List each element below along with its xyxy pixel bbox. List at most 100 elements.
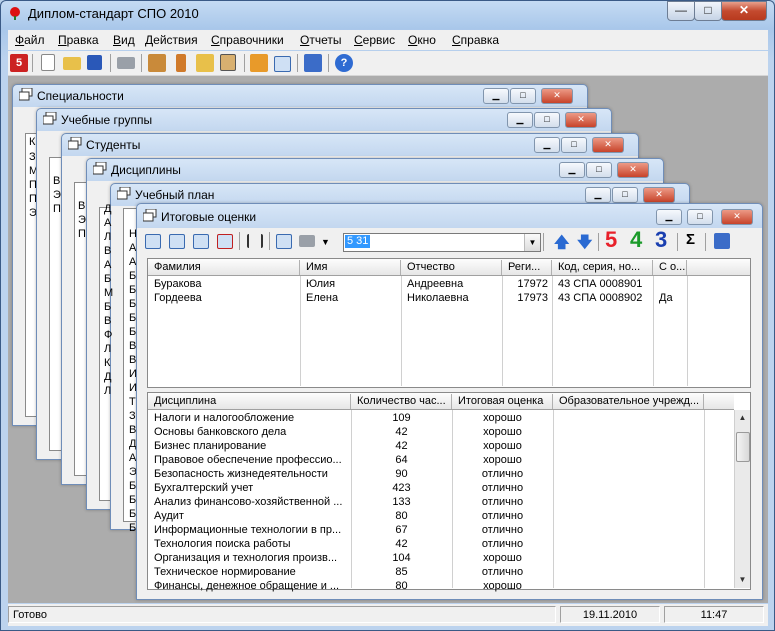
vertical-scrollbar[interactable]: ▲ ▼ — [734, 410, 750, 588]
list-item[interactable]: К — [104, 357, 110, 369]
list-item[interactable]: П — [53, 203, 61, 215]
menu-window[interactable]: Окно — [408, 33, 436, 47]
scroll-down-icon[interactable]: ▼ — [735, 572, 750, 587]
list-item[interactable]: Т — [129, 396, 136, 408]
minimize-button[interactable]: ▁ — [483, 88, 509, 104]
close-button[interactable]: ✕ — [643, 187, 675, 203]
list-item[interactable]: К — [29, 136, 35, 148]
help-icon[interactable]: ? — [335, 54, 353, 72]
menu-reports[interactable]: Отчеты — [300, 33, 342, 47]
maximize-button[interactable]: □ — [612, 187, 638, 203]
maximize-button[interactable]: □ — [586, 162, 612, 178]
minimize-button[interactable]: ▁ — [656, 209, 682, 225]
minimize-button[interactable]: ▁ — [507, 112, 533, 128]
close-button[interactable]: ✕ — [721, 209, 753, 225]
column-header[interactable]: Фамилия — [148, 260, 300, 275]
list-item[interactable]: В — [78, 200, 85, 212]
list-item[interactable]: В — [104, 315, 111, 327]
table-row[interactable]: Безопасность жизнедеятельности 90 отлично — [148, 467, 734, 481]
column-header[interactable]: Количество час... — [351, 394, 452, 409]
list-item[interactable]: Д — [104, 203, 111, 215]
print-icon[interactable] — [299, 235, 315, 247]
menu-edit[interactable]: Правка — [58, 33, 99, 47]
table-row[interactable]: Гордеева Елена Николаевна 17973 43 СПА 00089… — [148, 291, 750, 305]
maximize-button[interactable]: □ — [534, 112, 560, 128]
table-row[interactable]: Организация и технология произв... 104 хор… — [148, 551, 734, 565]
edit-row-icon[interactable] — [169, 234, 185, 249]
close-button[interactable]: ✕ — [592, 137, 624, 153]
column-header[interactable]: Реги... — [502, 260, 552, 275]
column-header[interactable]: Итоговая оценка — [452, 394, 553, 409]
close-button[interactable]: ✕ — [617, 162, 649, 178]
column-header[interactable]: Отчество — [401, 260, 502, 275]
list-item[interactable]: Э — [78, 214, 86, 226]
list-item[interactable]: В — [104, 245, 111, 257]
list-item[interactable]: Ф — [104, 329, 112, 341]
menu-service[interactable]: Сервис — [354, 33, 395, 47]
menu-references[interactable]: Справочники — [211, 33, 284, 47]
save-icon[interactable] — [87, 55, 102, 70]
table-row[interactable]: Финансы, денежное обращение и ... 80 хорош… — [148, 579, 734, 593]
scroll-up-icon[interactable]: ▲ — [735, 410, 750, 425]
grade-4-button[interactable]: 4 — [630, 228, 642, 252]
students-grid[interactable]: Фамилия Имя Отчество Реги... Код, серия,… — [147, 258, 751, 388]
list-item[interactable]: Л — [104, 343, 111, 355]
add-row-icon[interactable] — [145, 234, 161, 249]
menu-view[interactable]: Вид — [113, 33, 135, 47]
table-row[interactable]: Технология поиска работы 42 отлично — [148, 537, 734, 551]
minimize-button[interactable]: ▁ — [585, 187, 611, 203]
minimize-button[interactable]: ▁ — [559, 162, 585, 178]
open-folder-icon[interactable] — [63, 57, 81, 70]
insert-row-icon[interactable] — [193, 234, 209, 249]
table-row[interactable]: Правовое обеспечение профессио... 64 хорош… — [148, 453, 734, 467]
close-button[interactable]: ✕ — [541, 88, 573, 104]
column-header[interactable]: Дисциплина — [148, 394, 351, 409]
table-row[interactable]: Бухгалтерский учет 423 отлично — [148, 481, 734, 495]
print-icon[interactable] — [117, 57, 135, 69]
fill-grades-icon[interactable] — [276, 234, 292, 249]
list-item[interactable]: А — [104, 259, 111, 271]
maximize-button[interactable]: □ — [694, 1, 722, 21]
menu-actions[interactable]: Действия — [145, 33, 198, 47]
table-row[interactable]: Бизнес планирование 42 хорошо — [148, 439, 734, 453]
grade-5-icon[interactable]: 5 — [10, 54, 28, 72]
minimize-button[interactable]: — — [667, 1, 695, 21]
column-header[interactable]: Код, серия, но... — [552, 260, 653, 275]
column-header[interactable]: Имя — [300, 260, 401, 275]
help-book-icon[interactable] — [304, 54, 322, 72]
help-book-icon[interactable] — [714, 233, 730, 249]
close-button[interactable]: ✕ — [565, 112, 597, 128]
list-item[interactable]: М — [104, 287, 113, 299]
list-item[interactable]: П — [78, 228, 86, 240]
list-item[interactable]: Л — [104, 231, 111, 243]
list-item[interactable]: В — [53, 175, 60, 187]
menu-help[interactable]: Справка — [452, 33, 499, 47]
maximize-button[interactable]: □ — [510, 88, 536, 104]
book-icon[interactable] — [250, 54, 268, 72]
maximize-button[interactable]: □ — [561, 137, 587, 153]
move-down-icon[interactable]: 🡇 — [577, 232, 592, 257]
id-card-icon[interactable] — [220, 54, 236, 71]
list-item[interactable]: Л — [104, 385, 111, 397]
new-document-icon[interactable] — [41, 54, 55, 71]
list-item[interactable]: Д — [104, 371, 111, 383]
column-header[interactable]: С о... — [653, 260, 687, 275]
list-item[interactable]: Б — [104, 273, 111, 285]
table-row[interactable]: Анализ финансово-хозяйственной ... 133 отл… — [148, 495, 734, 509]
maximize-button[interactable]: □ — [687, 209, 713, 225]
table-icon[interactable] — [274, 56, 291, 72]
folders-icon[interactable] — [196, 54, 214, 72]
list-item[interactable]: Б — [104, 301, 111, 313]
minimize-button[interactable]: ▁ — [534, 137, 560, 153]
home-icon[interactable] — [148, 54, 166, 72]
menu-file[interactable]: Файл — [15, 33, 45, 47]
list-item[interactable]: З — [29, 151, 36, 163]
table-row[interactable]: Основы банковского дела 42 хорошо — [148, 425, 734, 439]
list-item[interactable]: З — [129, 410, 136, 422]
table-row[interactable]: Информационные технологии в пр... 67 отлич… — [148, 523, 734, 537]
grade-3-button[interactable]: 3 — [655, 228, 667, 252]
table-row[interactable]: Буракова Юлия Андреевна 17972 43 СПА 0008901 — [148, 277, 750, 291]
group-select[interactable]: 5 31 ▼ — [343, 233, 541, 252]
list-item[interactable]: А — [104, 217, 111, 229]
grade-5-button[interactable]: 5 — [605, 228, 617, 252]
